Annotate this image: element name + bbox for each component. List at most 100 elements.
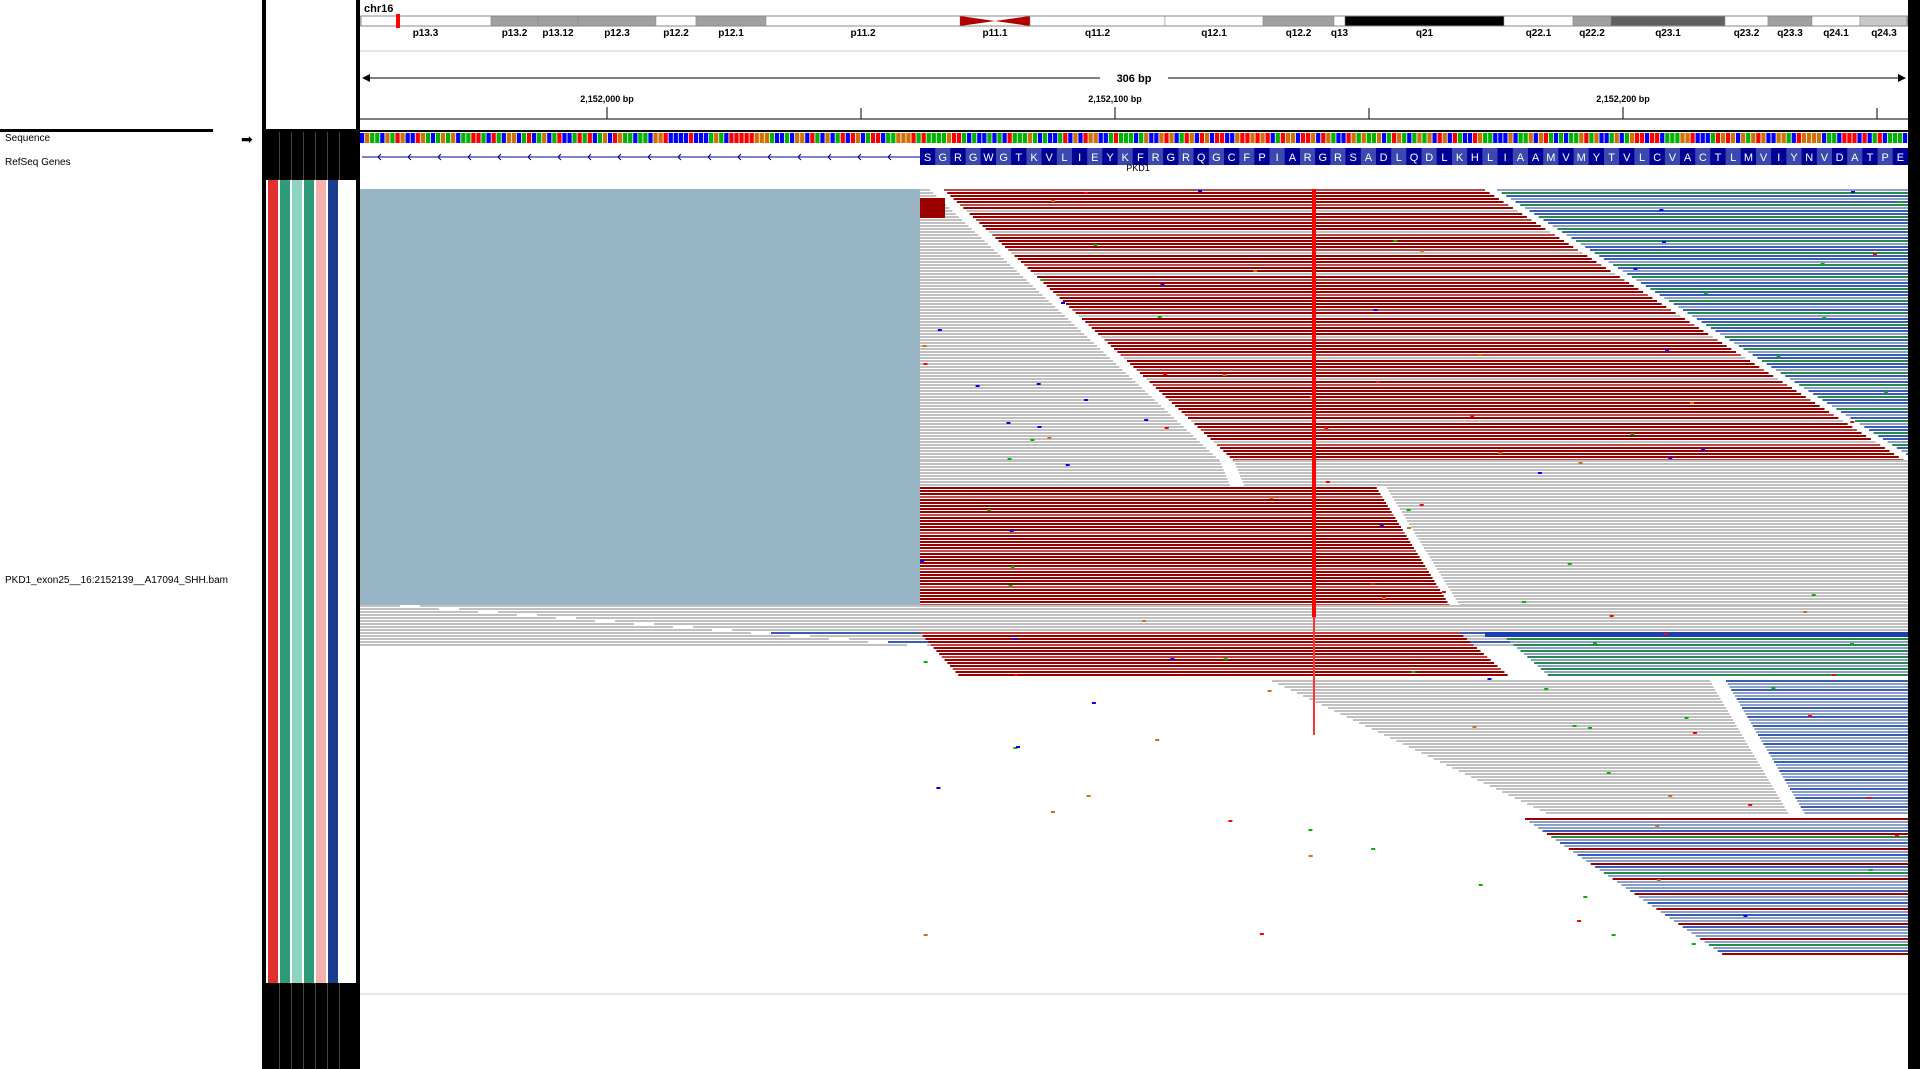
read-small-insert[interactable] [1696, 318, 1908, 320]
read-small-insert[interactable] [1527, 656, 1908, 658]
read-gray[interactable] [920, 405, 1162, 407]
read-small-insert[interactable] [1566, 234, 1908, 236]
read-gray[interactable] [1412, 529, 1908, 531]
read-gray[interactable] [1237, 469, 1908, 471]
read-small-insert[interactable] [1752, 354, 1908, 356]
read-gray[interactable] [920, 363, 1117, 365]
read-small-insert[interactable] [1774, 761, 1908, 763]
read-small-insert[interactable] [1859, 423, 1908, 425]
read-gray[interactable] [920, 324, 1075, 326]
read-large-insert[interactable] [985, 228, 1546, 230]
refseq-gene-track[interactable]: SGRGWGTKVLIEYKFRGRQGCFPIARGRSADLQDLKHLIA… [362, 148, 1908, 173]
read-small-insert[interactable] [1734, 695, 1908, 697]
read-large-insert[interactable] [1107, 342, 1723, 344]
read-large-insert[interactable] [1033, 273, 1616, 275]
read-large-insert[interactable] [928, 641, 1471, 643]
read-small-insert[interactable] [1625, 887, 1908, 889]
read-small-insert[interactable] [1590, 249, 1908, 251]
read-large-insert[interactable] [920, 550, 1416, 552]
strand-arrow-icon[interactable]: ➡ [241, 132, 253, 146]
read-gray[interactable] [920, 318, 1068, 320]
read-small-insert[interactable] [1537, 665, 1909, 667]
read-large-insert[interactable] [1229, 456, 1899, 458]
read-gray[interactable] [920, 366, 1120, 368]
read-gray[interactable] [920, 327, 1078, 329]
read-small-insert[interactable] [1540, 668, 1908, 670]
read-gray[interactable] [1346, 716, 1732, 718]
read-large-insert[interactable] [920, 511, 1392, 513]
read-large-insert[interactable] [920, 595, 1444, 597]
read-gray[interactable] [1508, 794, 1778, 796]
read-small-insert[interactable] [1757, 357, 1908, 359]
read-small-insert[interactable] [1562, 231, 1908, 233]
read-gray[interactable] [1422, 544, 1908, 546]
read-large-insert[interactable] [960, 204, 1509, 206]
read-large-insert[interactable] [1191, 420, 1843, 422]
read-small-insert[interactable] [1599, 255, 1908, 257]
read-large-insert[interactable] [920, 517, 1396, 519]
read-small-insert[interactable] [1517, 647, 1908, 649]
read-small-insert[interactable] [1873, 432, 1908, 434]
read-gray[interactable] [1450, 589, 1908, 591]
read-large-insert[interactable] [1027, 267, 1606, 269]
read-large-insert[interactable] [1133, 366, 1760, 368]
read-large-insert[interactable] [1037, 276, 1620, 278]
read-small-insert[interactable] [1533, 824, 1908, 826]
read-gray[interactable] [920, 243, 988, 245]
read-large-insert[interactable] [920, 589, 1441, 591]
read-small-insert[interactable] [1622, 270, 1909, 272]
read-gray[interactable] [360, 605, 400, 607]
read-large-insert[interactable] [939, 653, 1484, 655]
read-large-insert[interactable] [920, 562, 1424, 564]
read-small-insert[interactable] [1546, 833, 1908, 835]
read-gray[interactable] [1421, 752, 1753, 754]
read-gray[interactable] [920, 466, 1223, 468]
read-large-insert[interactable] [1207, 435, 1867, 437]
position-ruler[interactable]: 306 bp 2,152,000 bp 2,152,100 bp 2,152,2… [360, 70, 1908, 120]
read-small-insert[interactable] [1687, 312, 1908, 314]
track-name-refseq[interactable]: RefSeq Genes [5, 157, 71, 168]
read-gray[interactable] [1438, 571, 1908, 573]
read-large-insert[interactable] [1188, 417, 1839, 419]
read-small-insert[interactable] [1808, 390, 1909, 392]
read-large-insert[interactable] [920, 547, 1414, 549]
read-small-insert[interactable] [1790, 788, 1908, 790]
read-gray[interactable] [1384, 734, 1742, 736]
read-gray[interactable] [1352, 719, 1734, 721]
read-gray[interactable] [1437, 568, 1908, 570]
read-large-insert[interactable] [920, 574, 1431, 576]
read-large-insert[interactable] [1120, 354, 1741, 356]
read-small-insert[interactable] [1643, 899, 1908, 901]
read-gray[interactable] [1239, 472, 1908, 474]
read-small-insert[interactable] [1743, 348, 1908, 350]
read-small-insert[interactable] [1665, 914, 1908, 916]
read-small-insert[interactable] [1777, 767, 1908, 769]
read-large-insert[interactable] [920, 198, 945, 218]
read-small-insert[interactable] [1775, 764, 1908, 766]
read-small-insert[interactable] [1617, 881, 1908, 883]
read-small-insert[interactable] [1892, 444, 1908, 446]
read-large-insert[interactable] [1017, 258, 1592, 260]
read-small-insert[interactable] [1793, 794, 1908, 796]
read-large-insert[interactable] [972, 216, 1527, 218]
read-large-insert[interactable] [1139, 372, 1769, 374]
read-small-insert[interactable] [1789, 378, 1908, 380]
read-gray[interactable] [1455, 598, 1908, 600]
read-small-insert[interactable] [1497, 189, 1908, 191]
read-large-insert[interactable] [920, 553, 1418, 555]
read-small-insert[interactable] [1638, 896, 1908, 898]
read-large-insert[interactable] [1220, 447, 1885, 449]
read-small-insert[interactable] [1636, 279, 1909, 281]
read-gray[interactable] [920, 282, 1030, 284]
ideogram-band[interactable] [695, 15, 767, 27]
read-small-insert[interactable] [1510, 641, 1908, 643]
read-large-insert[interactable] [920, 538, 1409, 540]
read-small-insert[interactable] [1747, 716, 1908, 718]
read-gray[interactable] [920, 300, 1049, 302]
read-large-insert[interactable] [941, 656, 1488, 658]
read-large-insert[interactable] [1059, 297, 1653, 299]
read-gray[interactable] [360, 617, 556, 619]
ideogram-band[interactable] [1572, 15, 1612, 27]
read-gray[interactable] [1433, 562, 1908, 564]
read-large-insert[interactable] [1046, 285, 1634, 287]
